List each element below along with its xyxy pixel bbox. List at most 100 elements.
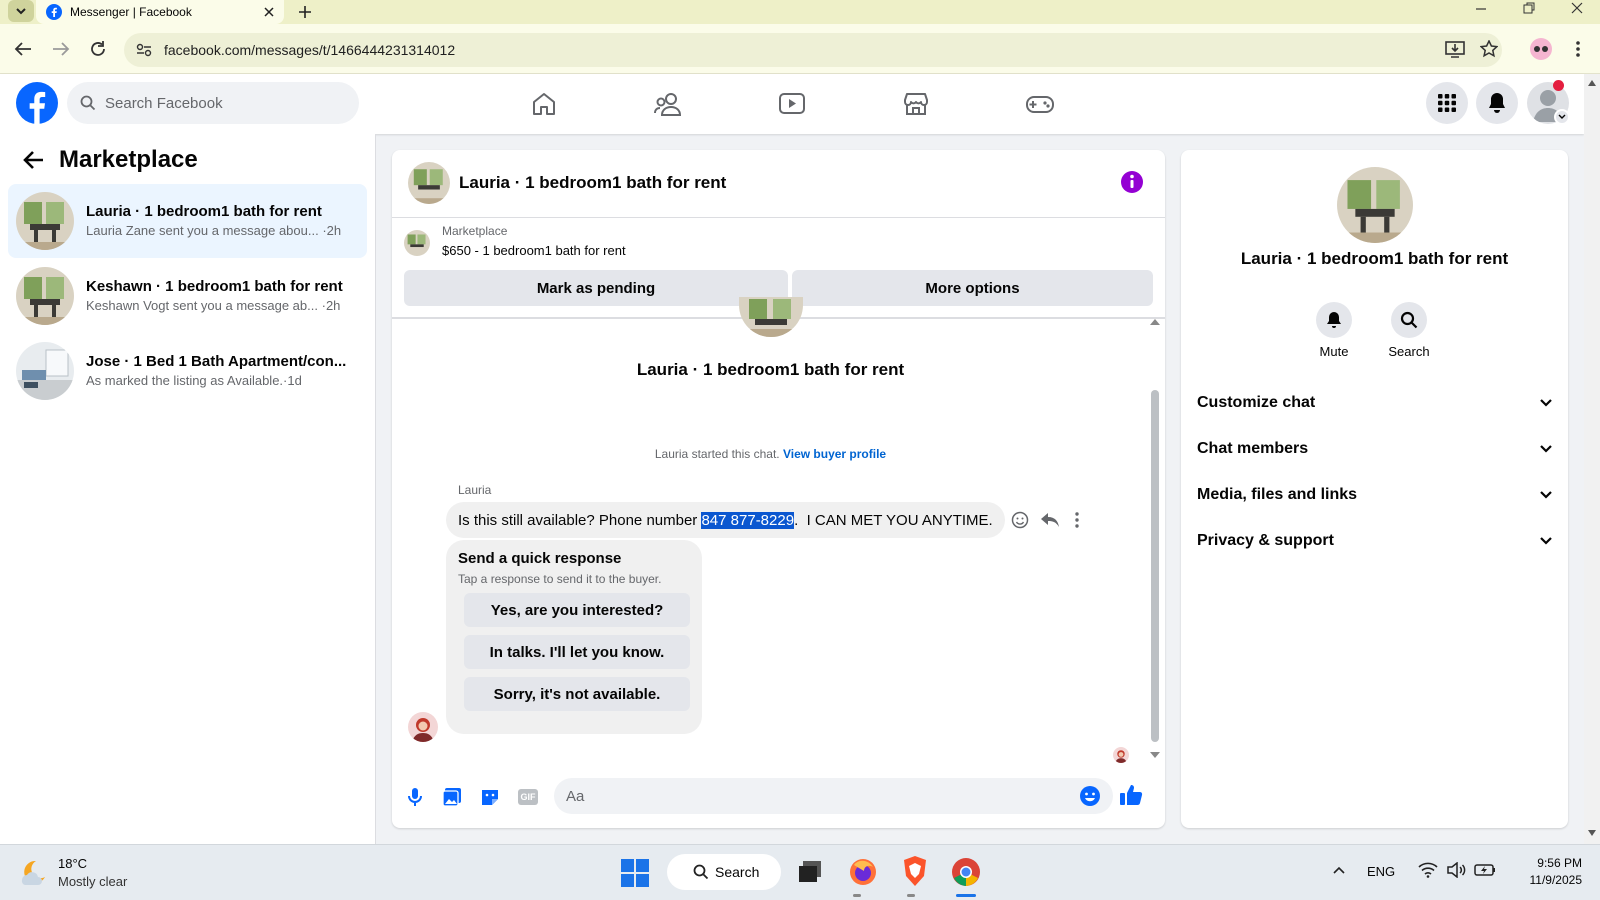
browser-tab-strip: Messenger | Facebook (0, 0, 1600, 24)
nav-video[interactable] (772, 86, 812, 122)
tab-messenger[interactable]: Messenger | Facebook (36, 0, 284, 24)
firefox-icon[interactable] (848, 857, 878, 887)
brave-icon[interactable] (900, 855, 930, 887)
message-text-after: . I CAN MET YOU ANYTIME. (794, 511, 993, 529)
search-conversation-button[interactable] (1391, 302, 1427, 338)
minimize-icon[interactable] (1474, 4, 1488, 14)
section-customize-chat[interactable]: Customize chat (1197, 383, 1553, 423)
message-bubble[interactable]: Is this still available? Phone number 84… (446, 502, 1005, 538)
back-arrow-icon[interactable] (14, 41, 32, 57)
close-window-icon[interactable] (1570, 1, 1584, 15)
chat-started-text: Lauria started this chat. (654, 447, 780, 461)
notifications-button[interactable] (1476, 82, 1518, 124)
page-scrollbar[interactable] (1584, 74, 1600, 844)
view-buyer-profile-link[interactable]: View buyer profile (783, 447, 886, 461)
section-chat-members[interactable]: Chat members (1197, 429, 1553, 469)
room-photo-icon (404, 230, 430, 256)
microphone-icon[interactable] (408, 787, 422, 807)
menu-button[interactable] (1426, 82, 1468, 124)
browser-menu-icon[interactable] (1575, 40, 1581, 58)
more-actions-icon[interactable] (1074, 511, 1080, 529)
chrome-icon[interactable] (950, 856, 982, 888)
battery-charging-icon[interactable] (1474, 862, 1496, 878)
quick-response-in-talks[interactable]: In talks. I'll let you know. (464, 635, 690, 669)
facebook-favicon-icon (46, 4, 62, 20)
chat-header-title[interactable]: Lauria · 1 bedroom1 bath for rent (459, 173, 726, 193)
mark-pending-button[interactable]: Mark as pending (404, 270, 788, 306)
marketplace-sidebar: Marketplace Lauria · 1 bedroom1 bath for… (0, 134, 376, 844)
install-app-icon[interactable] (1445, 40, 1465, 58)
nav-home[interactable] (524, 86, 564, 122)
mute-label: Mute (1319, 344, 1349, 359)
thumbs-up-icon[interactable] (1119, 784, 1143, 806)
scroll-down-icon[interactable] (1588, 830, 1596, 836)
info-icon[interactable] (1120, 170, 1144, 194)
section-privacy-support[interactable]: Privacy & support (1197, 521, 1553, 561)
taskbar-search[interactable]: Search (667, 854, 781, 890)
chat-header-avatar[interactable] (408, 162, 450, 204)
windows-start-icon[interactable] (620, 858, 650, 888)
chat-scrollbar-thumb[interactable] (1151, 390, 1159, 742)
wifi-icon[interactable] (1418, 862, 1438, 878)
language-indicator[interactable]: ENG (1367, 864, 1395, 879)
facebook-search-input[interactable]: Search Facebook (67, 82, 359, 124)
quick-response-yes[interactable]: Yes, are you interested? (464, 593, 690, 627)
url-text: facebook.com/messages/t/1466444231314012 (164, 42, 456, 58)
nav-marketplace[interactable] (896, 86, 936, 122)
chat-scroll-down-icon[interactable] (1150, 752, 1160, 758)
clock-date: 11/9/2025 (1529, 872, 1583, 887)
bell-icon (1327, 312, 1341, 328)
new-tab-icon[interactable] (298, 5, 312, 19)
close-tab-icon[interactable] (264, 7, 274, 17)
sender-name: Lauria (458, 483, 492, 497)
details-avatar (1337, 167, 1413, 243)
firefox-running-indicator (853, 894, 861, 897)
chat-scroll-up-icon[interactable] (1150, 319, 1160, 325)
quick-response-not-available[interactable]: Sorry, it's not available. (464, 677, 690, 711)
clock[interactable]: 9:56 PM 11/9/2025 (1506, 855, 1583, 889)
site-info-icon[interactable] (136, 43, 152, 57)
conversation-preview: Keshawn Vogt sent you a message ab... (86, 298, 318, 314)
conversation-item-jose[interactable]: Jose · 1 Bed 1 Bath Apartment/con... As … (8, 334, 367, 408)
conversation-title: Lauria · 1 bedroom1 bath for rent (86, 203, 322, 221)
sticker-icon[interactable] (480, 787, 500, 807)
volume-icon[interactable] (1446, 862, 1466, 878)
video-icon (779, 93, 805, 114)
message-input[interactable]: Aa (554, 778, 1113, 814)
address-bar[interactable]: facebook.com/messages/t/1466444231314012 (124, 33, 1502, 67)
sender-avatar[interactable] (408, 712, 438, 742)
account-menu-button[interactable] (1554, 109, 1570, 125)
nav-friends[interactable] (648, 86, 688, 122)
bookmark-star-icon[interactable] (1480, 40, 1498, 58)
chevron-up-icon[interactable] (1332, 865, 1346, 875)
friends-icon (654, 93, 682, 116)
search-placeholder: Search Facebook (105, 94, 223, 112)
listing-thumbnail (16, 342, 74, 400)
chat-started-note: Lauria started this chat. View buyer pro… (392, 447, 1149, 461)
gif-icon[interactable]: GIF (518, 789, 538, 805)
restore-icon[interactable] (1522, 1, 1536, 15)
search-icon (1400, 311, 1418, 329)
section-media-files-links[interactable]: Media, files and links (1197, 475, 1553, 515)
photo-icon[interactable] (442, 787, 462, 807)
task-view-icon[interactable] (797, 859, 823, 885)
forward-arrow-icon[interactable] (52, 41, 70, 57)
reply-icon[interactable] (1040, 511, 1060, 529)
weather-widget[interactable]: 18°C Mostly clear (18, 855, 127, 890)
more-options-button[interactable]: More options (792, 270, 1153, 306)
listing-title[interactable]: $650 - 1 bedroom1 bath for rent (442, 243, 626, 258)
react-emoji-icon[interactable] (1011, 511, 1029, 529)
conversation-item-keshawn[interactable]: Keshawn · 1 bedroom1 bath for rent Kesha… (8, 259, 367, 333)
sidebar-title: Marketplace (59, 146, 198, 173)
scroll-up-icon[interactable] (1588, 80, 1596, 86)
tab-search-button[interactable] (8, 0, 34, 22)
emoji-icon[interactable] (1079, 785, 1101, 807)
nav-gaming[interactable] (1020, 86, 1060, 122)
profile-avatar[interactable] (1530, 38, 1552, 60)
reload-icon[interactable] (89, 40, 107, 58)
mute-button[interactable] (1316, 302, 1352, 338)
facebook-logo-icon[interactable] (16, 82, 58, 124)
conversation-item-lauria[interactable]: Lauria · 1 bedroom1 bath for rent Lauria… (8, 184, 367, 258)
back-arrow-icon[interactable] (22, 150, 44, 170)
highlighted-phone-number: 847 877-8229 (701, 511, 795, 529)
